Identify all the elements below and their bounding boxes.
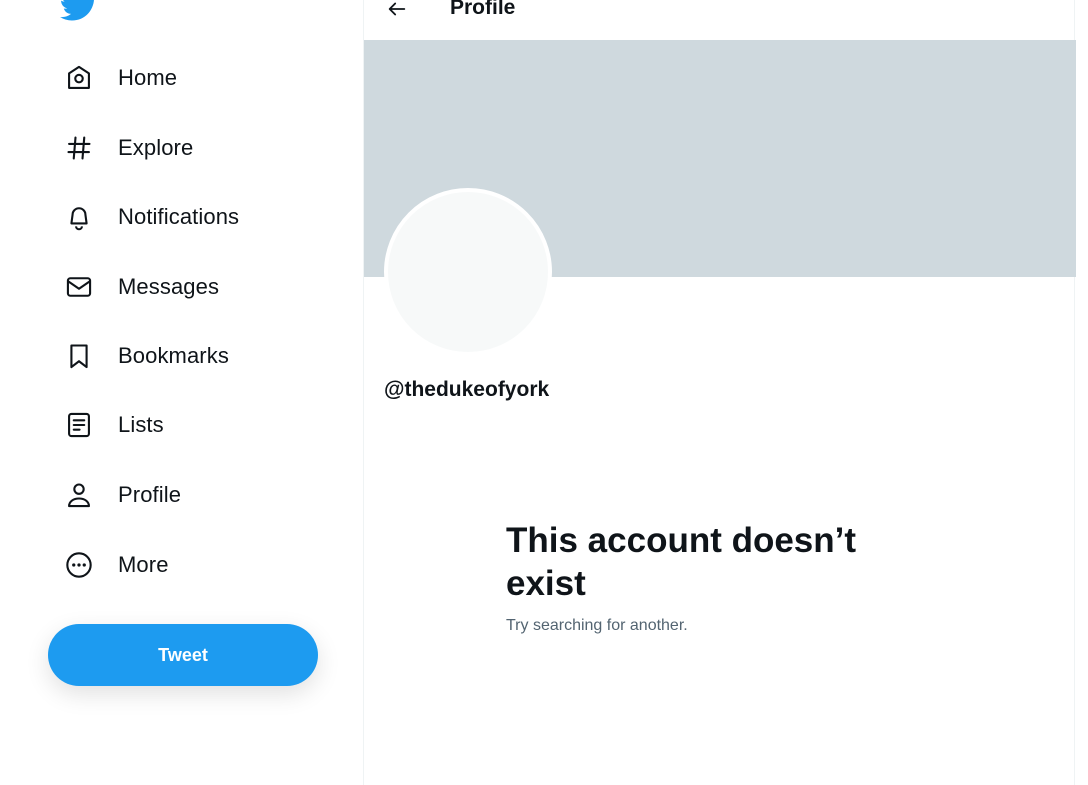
sidebar-item-home[interactable]: Home bbox=[50, 52, 310, 104]
empty-state-title: This account doesn’t exist bbox=[506, 521, 857, 603]
home-icon bbox=[64, 63, 94, 93]
twitter-bird-icon[interactable] bbox=[60, 0, 98, 24]
arrow-left-icon[interactable] bbox=[382, 0, 412, 24]
hashtag-icon bbox=[64, 133, 94, 163]
list-icon bbox=[64, 410, 94, 440]
sidebar-item-notifications[interactable]: Notifications bbox=[50, 191, 310, 243]
sidebar: Home Explore Notifications Messages Book bbox=[0, 0, 363, 785]
sidebar-item-label: Bookmarks bbox=[118, 343, 229, 368]
sidebar-item-label: Explore bbox=[118, 135, 194, 160]
avatar bbox=[384, 188, 552, 356]
envelope-icon bbox=[64, 272, 94, 302]
profile-header: Profile bbox=[364, 0, 1076, 40]
sidebar-item-bookmarks[interactable]: Bookmarks bbox=[50, 330, 310, 382]
bookmark-icon bbox=[64, 341, 94, 371]
empty-state-subtitle: Try searching for another. bbox=[506, 617, 688, 634]
sidebar-item-profile[interactable]: Profile bbox=[50, 469, 310, 521]
person-icon bbox=[64, 480, 94, 510]
sidebar-item-messages[interactable]: Messages bbox=[50, 261, 310, 313]
sidebar-item-label: Messages bbox=[118, 274, 220, 299]
bell-icon bbox=[64, 202, 94, 232]
sidebar-item-label: Notifications bbox=[118, 204, 240, 229]
page-title: Profile bbox=[450, 0, 516, 19]
more-circle-icon bbox=[64, 550, 94, 580]
sidebar-item-explore[interactable]: Explore bbox=[50, 122, 310, 174]
profile-handle: @thedukeofyork bbox=[384, 378, 550, 401]
sidebar-item-label: Home bbox=[118, 65, 178, 90]
main-column: Profile @thedukeofyork This account does… bbox=[363, 0, 1076, 785]
sidebar-item-more[interactable]: More bbox=[50, 539, 310, 591]
sidebar-item-label: More bbox=[118, 552, 169, 577]
app-window: Home Explore Notifications Messages Book bbox=[0, 0, 1088, 785]
tweet-button[interactable]: Tweet bbox=[48, 624, 318, 686]
sidebar-item-label: Lists bbox=[118, 412, 164, 437]
sidebar-item-lists[interactable]: Lists bbox=[50, 399, 310, 451]
sidebar-item-label: Profile bbox=[118, 482, 182, 507]
